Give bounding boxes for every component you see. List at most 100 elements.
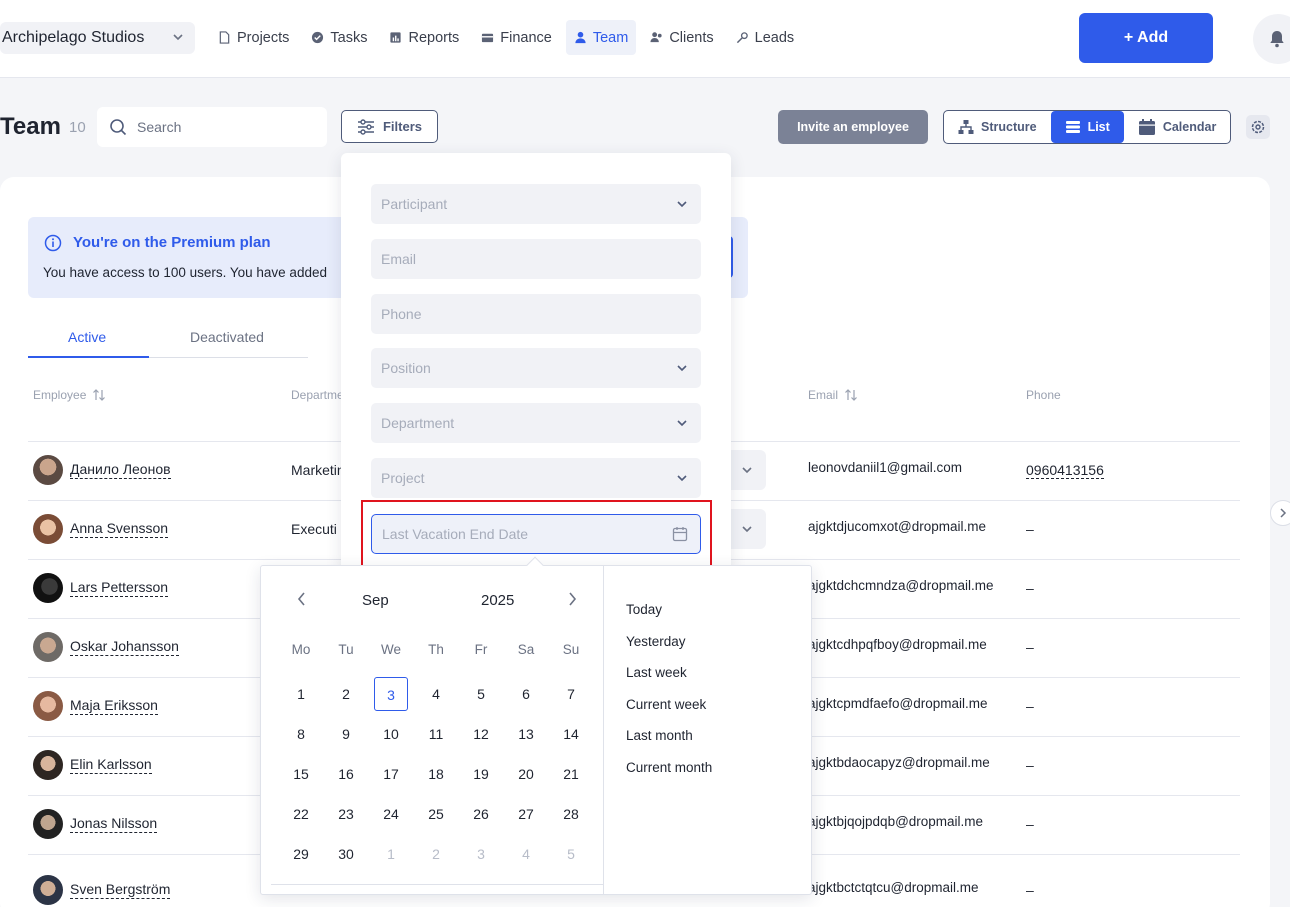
employee-row-5[interactable]: Elin Karlsson (33, 750, 152, 780)
tab-deactivated[interactable]: Deactivated (190, 329, 264, 345)
preset-current-month[interactable]: Current month (626, 760, 712, 775)
preset-last-week[interactable]: Last week (626, 665, 687, 680)
nav-projects[interactable]: Projects (210, 20, 297, 55)
calendar-day[interactable]: 9 (329, 717, 363, 751)
calendar-day[interactable]: 24 (374, 797, 408, 831)
view-structure-button[interactable]: Structure (944, 111, 1051, 143)
column-department[interactable]: Departme (291, 388, 344, 402)
leads-icon (736, 32, 748, 44)
nav-team[interactable]: Team (565, 20, 637, 55)
employee-name[interactable]: Sven Bergström (70, 881, 171, 899)
calendar-day[interactable]: 2 (329, 677, 363, 711)
employee-phone[interactable]: 0960413156 (1026, 462, 1104, 479)
chevron-left-icon[interactable] (296, 591, 308, 607)
row-select-dropdown[interactable] (728, 509, 766, 549)
employee-row-7[interactable]: Sven Bergström (33, 875, 171, 905)
employee-name[interactable]: Данило Леонов (70, 461, 171, 479)
invite-employee-button[interactable]: Invite an employee (778, 110, 928, 144)
department-select[interactable]: Department (371, 403, 701, 443)
employee-name[interactable]: Oskar Johansson (70, 638, 179, 656)
column-email[interactable]: Email (808, 388, 858, 402)
calendar-day[interactable]: 10 (374, 717, 408, 751)
nav-reports[interactable]: Reports (381, 20, 467, 55)
calendar-day[interactable]: 28 (554, 797, 588, 831)
preset-current-week[interactable]: Current week (626, 697, 706, 712)
company-selector[interactable]: Archipelago Studios (0, 22, 195, 54)
chevron-right-icon (1280, 508, 1287, 518)
employee-name[interactable]: Jonas Nilsson (70, 815, 158, 833)
scroll-right-button[interactable] (1270, 500, 1290, 526)
nav-clients[interactable]: Clients (642, 20, 721, 55)
calendar-day[interactable]: 15 (284, 757, 318, 791)
row-select-dropdown[interactable] (728, 450, 766, 490)
calendar-day-next-month[interactable]: 5 (554, 837, 588, 871)
employee-row-3[interactable]: Oskar Johansson (33, 632, 179, 662)
employee-row-2[interactable]: Lars Pettersson (33, 573, 169, 603)
phone-field[interactable]: Phone (371, 294, 701, 334)
filters-button[interactable]: Filters (341, 110, 438, 143)
add-button[interactable]: + Add (1079, 13, 1213, 63)
year-label[interactable]: 2025 (481, 592, 514, 609)
calendar-day-next-month[interactable]: 4 (509, 837, 543, 871)
calendar-day[interactable]: 5 (464, 677, 498, 711)
nav-finance[interactable]: Finance (473, 20, 560, 55)
calendar-day[interactable]: 21 (554, 757, 588, 791)
calendar-day[interactable]: 6 (509, 677, 543, 711)
preset-last-month[interactable]: Last month (626, 728, 693, 743)
search-input[interactable]: Search (97, 107, 327, 147)
calendar-day[interactable]: 16 (329, 757, 363, 791)
employee-name[interactable]: Elin Karlsson (70, 756, 152, 774)
calendar-day[interactable]: 13 (509, 717, 543, 751)
active-tab-indicator (28, 356, 149, 358)
calendar-day[interactable]: 27 (509, 797, 543, 831)
calendar-day[interactable]: 4 (419, 677, 453, 711)
calendar-day[interactable]: 7 (554, 677, 588, 711)
nav-tasks[interactable]: Tasks (303, 20, 375, 55)
employee-row-6[interactable]: Jonas Nilsson (33, 809, 158, 839)
calendar-day[interactable]: 20 (509, 757, 543, 791)
calendar-day[interactable]: 18 (419, 757, 453, 791)
calendar-day[interactable]: 1 (284, 677, 318, 711)
employee-row-1[interactable]: Anna Svensson (33, 514, 169, 544)
calendar-day[interactable]: 22 (284, 797, 318, 831)
employee-name[interactable]: Anna Svensson (70, 520, 169, 538)
employee-name[interactable]: Maja Eriksson (70, 697, 158, 715)
preset-yesterday[interactable]: Yesterday (626, 634, 686, 649)
position-select[interactable]: Position (371, 348, 701, 388)
calendar-day-next-month[interactable]: 2 (419, 837, 453, 871)
calendar-day-next-month[interactable]: 1 (374, 837, 408, 871)
calendar-day[interactable]: 11 (419, 717, 453, 751)
calendar-day[interactable]: 26 (464, 797, 498, 831)
weekday-label: Sa (517, 642, 535, 657)
notifications-button[interactable] (1253, 14, 1290, 64)
calendar-day[interactable]: 14 (554, 717, 588, 751)
calendar-day[interactable]: 17 (374, 757, 408, 791)
email-field[interactable]: Email (371, 239, 701, 279)
project-select[interactable]: Project (371, 458, 701, 498)
calendar-day[interactable]: 30 (329, 837, 363, 871)
nav-leads-label: Leads (754, 29, 795, 46)
view-list-button[interactable]: List (1050, 111, 1124, 143)
calendar-day-today[interactable]: 3 (374, 677, 408, 711)
employee-name[interactable]: Lars Pettersson (70, 579, 169, 597)
column-employee[interactable]: Employee (33, 388, 106, 402)
calendar-day[interactable]: 23 (329, 797, 363, 831)
employee-row-0[interactable]: Данило Леонов (33, 455, 171, 485)
chevron-right-icon[interactable] (566, 591, 578, 607)
employee-department: Executi (291, 521, 337, 537)
calendar-day[interactable]: 29 (284, 837, 318, 871)
nav-leads[interactable]: Leads (728, 20, 803, 55)
view-calendar-button[interactable]: Calendar (1124, 111, 1231, 143)
calendar-day[interactable]: 12 (464, 717, 498, 751)
settings-button[interactable] (1246, 115, 1270, 139)
calendar-day[interactable]: 19 (464, 757, 498, 791)
calendar-day[interactable]: 25 (419, 797, 453, 831)
calendar-day-next-month[interactable]: 3 (464, 837, 498, 871)
preset-today[interactable]: Today (626, 602, 662, 617)
tab-active[interactable]: Active (68, 329, 106, 345)
employee-email: ajgktcdhpqfboy@dropmail.me (808, 637, 987, 652)
employee-row-4[interactable]: Maja Eriksson (33, 691, 158, 721)
participant-select[interactable]: Participant (371, 184, 701, 224)
month-label[interactable]: Sep (362, 592, 389, 609)
calendar-day[interactable]: 8 (284, 717, 318, 751)
